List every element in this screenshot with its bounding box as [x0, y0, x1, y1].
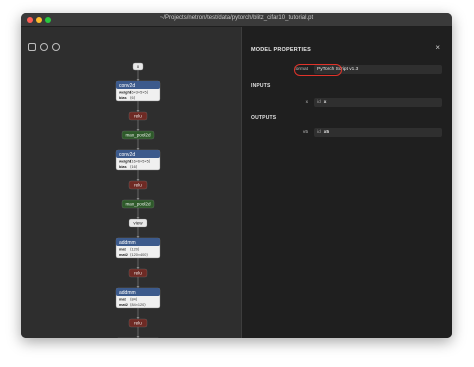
edge-arrow: [136, 198, 140, 200]
op-attr-value: ⟨16⟩: [130, 164, 138, 169]
pool-node-title: max_pool2d: [125, 133, 150, 138]
close-panel-icon[interactable]: ×: [435, 44, 440, 52]
inputs-section-title: INPUTS: [251, 83, 271, 89]
app-window: ~/Projects/netron/test/data/pytorch/blit…: [21, 13, 452, 338]
edge-arrow: [136, 129, 140, 131]
zoom-out-icon[interactable]: [52, 43, 60, 51]
properties-panel: MODEL PROPERTIES × format PyTorch Script…: [241, 27, 452, 338]
op-attr-name: mat2: [119, 303, 128, 307]
output-id-key: id: [317, 130, 321, 135]
edge-arrow: [136, 317, 140, 319]
act-node-title: relu: [134, 183, 142, 188]
op-node-title: addmm: [119, 240, 136, 246]
sidebar-icon[interactable]: [28, 43, 36, 51]
input-id-key: id: [317, 100, 321, 105]
op-attr-value: ⟨120×400⟩: [130, 252, 148, 257]
input-id-value: x: [323, 100, 327, 105]
edge-arrow: [136, 79, 140, 81]
zoom-in-icon[interactable]: [40, 43, 48, 51]
input-value[interactable]: id x: [314, 98, 442, 107]
op-attr-name: mat: [119, 298, 126, 302]
window-title: ~/Projects/netron/test/data/pytorch/blit…: [159, 15, 314, 21]
op-attr-value: ⟨84⟩: [130, 297, 138, 302]
op-node-title: conv2d: [119, 152, 135, 158]
output-id-value: x5: [323, 130, 330, 135]
op-attr-value: ⟨120⟩: [130, 247, 140, 252]
edge-arrow: [136, 217, 140, 219]
output-name: v5: [302, 130, 308, 135]
plain-node-title: view: [133, 221, 143, 226]
edge-arrow: [136, 148, 140, 150]
op-attr-name: mat: [119, 248, 126, 252]
edge-arrow: [136, 336, 140, 338]
op-attr-name: bias: [119, 165, 127, 169]
edge-arrow: [136, 236, 140, 238]
edge-arrow: [136, 267, 140, 269]
op-attr-name: bias: [119, 96, 127, 100]
edge-arrow: [136, 286, 140, 288]
format-highlight: [294, 64, 342, 76]
act-node-title: relu: [134, 114, 142, 119]
title-bar: ~/Projects/netron/test/data/pytorch/blit…: [21, 13, 452, 27]
act-node-title: relu: [134, 321, 142, 326]
graph-canvas[interactable]: x conv2d weight ⟨6×3×5×5⟩ bias ⟨6⟩ relu max_poo…: [21, 27, 241, 338]
op-attr-value: ⟨84×120⟩: [130, 302, 146, 307]
act-node-title: relu: [134, 271, 142, 276]
op-attr-value: ⟨16×6×5×5⟩: [130, 159, 151, 164]
pool-node-title: max_pool2d: [125, 202, 150, 207]
panel-title: MODEL PROPERTIES: [251, 47, 311, 53]
input-name: x: [305, 100, 308, 105]
output-value[interactable]: id x5: [314, 128, 442, 137]
model-graph: xconv2dweight⟨6×3×5×5⟩bias ⟨6⟩relumax_poo…: [115, 62, 161, 338]
outputs-section-title: OUTPUTS: [251, 115, 277, 121]
op-node-title: addmm: [119, 290, 136, 296]
op-attr-value: ⟨6×3×5×5⟩: [130, 90, 149, 95]
op-attr-name: mat2: [119, 253, 128, 257]
edge-arrow: [136, 110, 140, 112]
op-node-title: conv2d: [119, 83, 135, 89]
edge-arrow: [136, 179, 140, 181]
op-attr-value: ⟨6⟩: [130, 95, 136, 100]
